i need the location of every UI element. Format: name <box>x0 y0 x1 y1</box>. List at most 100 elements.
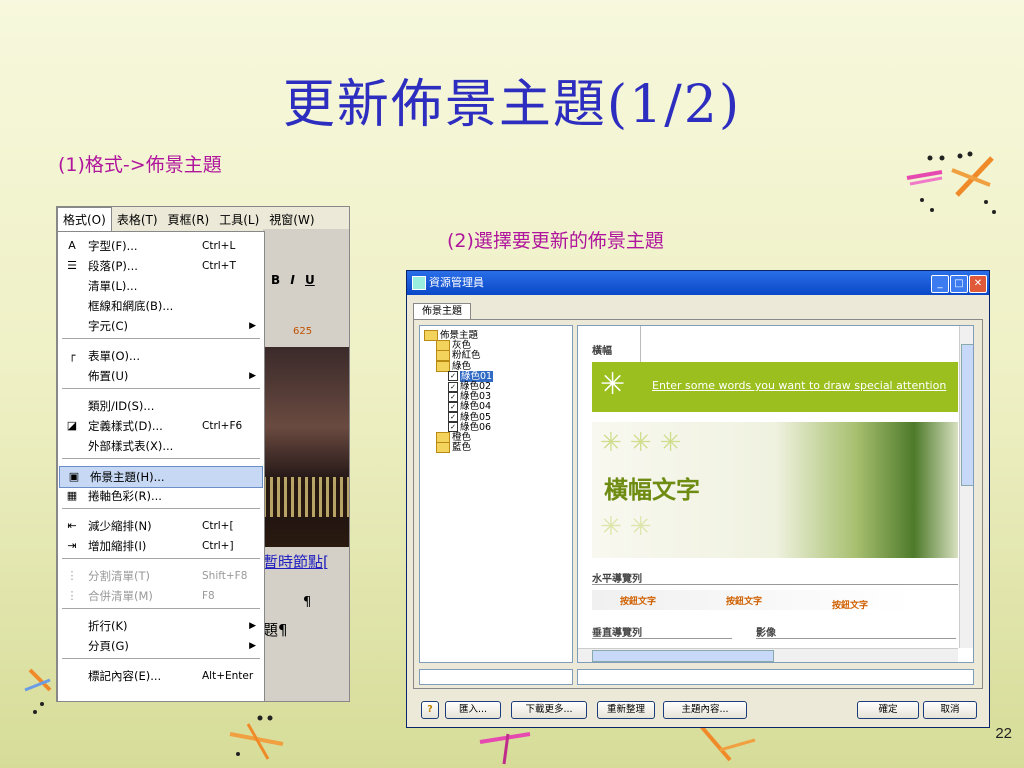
vertical-nav-label: 垂直導覽列 <box>592 628 642 639</box>
refresh-button[interactable]: 重新整理 <box>597 701 655 719</box>
menu-item[interactable]: A 字型(F)... Ctrl+L <box>58 236 264 256</box>
menu-format[interactable]: 格式(O) <box>57 207 112 232</box>
menu-item[interactable]: 分頁(G) ▶ <box>58 636 264 656</box>
menu-item-label: 合併清單(M) <box>88 589 153 603</box>
menu-item[interactable]: 類別/ID(S)... <box>58 396 264 416</box>
menu-window[interactable]: 視窗(W) <box>264 208 319 231</box>
dragonfly-decoration-icon <box>906 151 996 214</box>
nav-button-2[interactable]: 按鈕文字 <box>726 594 762 607</box>
menu-separator <box>62 508 260 509</box>
menu-item-label: 增加縮排(I) <box>88 539 147 553</box>
menu-item[interactable]: ⋮ 分割清單(T) Shift+F8 <box>58 566 264 586</box>
menu-tools[interactable]: 工具(L) <box>214 208 264 231</box>
minimize-icon[interactable]: _ <box>931 275 949 293</box>
menu-separator <box>62 388 260 389</box>
checkbox-icon: ✓ <box>448 422 458 433</box>
hscroll-thumb[interactable] <box>592 650 774 662</box>
menu-separator <box>62 458 260 459</box>
format-menu-screenshot: 格式(O) 表格(T) 頁框(R) 工具(L) 視窗(W) B I U 625 暫時節點… <box>56 206 350 702</box>
menu-item-shortcut: Ctrl+T <box>202 260 236 272</box>
italic-button[interactable]: I <box>290 273 294 287</box>
menu-item-label: 外部樣式表(X)... <box>88 439 174 453</box>
help-button[interactable]: ? <box>421 701 439 719</box>
menu-item-label: 清單(L)... <box>88 279 138 293</box>
status-box-right <box>577 669 974 685</box>
ok-button[interactable]: 確定 <box>857 701 919 719</box>
menu-item-label: 分割清單(T) <box>88 569 150 583</box>
menu-item-label: 標記內容(E)... <box>88 669 162 683</box>
window-title: 資源管理員 <box>429 276 484 289</box>
sparkle-icon: ✳ <box>600 367 626 402</box>
theme-content-button[interactable]: 主題內容... <box>663 701 747 719</box>
menu-item[interactable]: ⋮ 合併清單(M) F8 <box>58 586 264 606</box>
checkbox-icon: ✓ <box>448 371 458 382</box>
slide-title: 更新佈景主題(1/2) <box>282 75 742 135</box>
menu-item-icon: ⋮ <box>66 589 78 602</box>
menu-item[interactable]: ◪ 定義樣式(D)... Ctrl+F6 <box>58 416 264 436</box>
underline-button[interactable]: U <box>305 273 315 287</box>
preview-vscrollbar[interactable] <box>959 326 973 648</box>
menu-item-label: 定義樣式(D)... <box>88 419 163 433</box>
menu-item-label: 表單(O)... <box>88 349 140 363</box>
menu-item-shortcut: Ctrl+] <box>202 540 234 552</box>
banner-text: Enter some words you want to draw specia… <box>652 379 947 392</box>
theme-tree: 佈景主題 灰色 粉紅色 綠色 ✓ 綠色01 ✓ 綠色02 ✓ 綠色03 ✓ 綠色04 ✓ 綠色05 ✓ 綠色0… <box>419 325 573 663</box>
menu-item-icon: ▦ <box>66 489 78 502</box>
dragonfly-decoration-icon <box>479 732 531 765</box>
menu-item[interactable]: 清單(L)... <box>58 276 264 296</box>
step2-caption: (2)選擇要更新的佈景主題 <box>447 230 664 252</box>
menu-item[interactable]: ⇥ 增加縮排(I) Ctrl+] <box>58 536 264 556</box>
menu-item[interactable]: 框線和網底(B)... <box>58 296 264 316</box>
menu-item[interactable]: ⇤ 減少縮排(N) Ctrl+[ <box>58 516 264 536</box>
theme-preview: 橫幅 ✳ Enter some words you want to draw s… <box>577 325 974 663</box>
tab-themes[interactable]: 佈景主題 <box>413 303 471 320</box>
menu-item[interactable]: ┌ 表單(O)... <box>58 346 264 366</box>
bold-button[interactable]: B <box>271 273 280 287</box>
horizontal-nav-label: 水平導覽列 <box>592 574 642 585</box>
vscroll-thumb[interactable] <box>961 344 973 486</box>
menu-table[interactable]: 表格(T) <box>112 208 163 231</box>
bg-pilcrow: ¶ <box>303 595 312 610</box>
submenu-arrow-icon: ▶ <box>249 641 256 651</box>
submenu-arrow-icon: ▶ <box>249 371 256 381</box>
nav-button-1[interactable]: 按鈕文字 <box>620 594 656 607</box>
flower-pattern-icon: ✳✳ <box>600 512 660 542</box>
dragonfly-decoration-icon <box>229 715 284 760</box>
banner-strip: ✳ Enter some words you want to draw spec… <box>592 362 958 412</box>
checkbox-icon: ✓ <box>448 401 458 412</box>
checkbox-icon: ✓ <box>448 391 458 402</box>
preview-hscrollbar[interactable] <box>578 648 958 662</box>
menu-item-label: 框線和網底(B)... <box>88 299 174 313</box>
menu-item[interactable]: ▦ 捲軸色彩(R)... <box>58 486 264 506</box>
menu-item[interactable]: 折行(K) ▶ <box>58 616 264 636</box>
tree-node[interactable]: 藍色 <box>436 442 471 454</box>
menu-item[interactable]: 字元(C) ▶ <box>58 316 264 336</box>
maximize-icon[interactable]: □ <box>950 275 968 293</box>
nav-button-3[interactable]: 按鈕文字 <box>832 598 868 611</box>
window-app-icon <box>412 276 426 290</box>
ruler-value: 625 <box>293 326 313 337</box>
step1-caption: (1)格式->佈景主題 <box>58 154 222 176</box>
menu-separator <box>62 658 260 659</box>
menu-item-label: 減少縮排(N) <box>88 519 152 533</box>
menu-item[interactable]: ☰ 段落(P)... Ctrl+T <box>58 256 264 276</box>
menu-item-icon: ▣ <box>68 470 80 483</box>
menu-item-label: 佈景主題(H)... <box>90 470 165 484</box>
menu-item[interactable]: 標記內容(E)... Alt+Enter <box>58 666 264 686</box>
menu-item-shortcut: Ctrl+F6 <box>202 420 243 432</box>
close-icon[interactable]: ✕ <box>969 275 987 293</box>
cancel-button[interactable]: 取消 <box>923 701 977 719</box>
editor-photo <box>263 347 349 547</box>
download-more-button[interactable]: 下載更多... <box>511 701 587 719</box>
menu-frame[interactable]: 頁框(R) <box>163 208 215 231</box>
resource-manager-window: 資源管理員 _ □ ✕ 佈景主題 佈景主題 灰色 粉紅色 綠色 ✓ 綠色01 ✓ 綠色02 ✓ 綠… <box>406 270 990 728</box>
import-button[interactable]: 匯入... <box>445 701 501 719</box>
menu-item[interactable]: ▣ 佈景主題(H)... <box>59 466 263 488</box>
menu-item[interactable]: 外部樣式表(X)... <box>58 436 264 456</box>
menu-separator <box>62 558 260 559</box>
format-dropdown-menu: A 字型(F)... Ctrl+L ☰ 段落(P)... Ctrl+T 清單(L)... 框線… <box>57 231 265 701</box>
menu-item-label: 佈置(U) <box>88 369 129 383</box>
folder-icon <box>436 442 450 454</box>
menu-item[interactable]: 佈置(U) ▶ <box>58 366 264 386</box>
menu-item-icon: ☰ <box>67 259 77 272</box>
